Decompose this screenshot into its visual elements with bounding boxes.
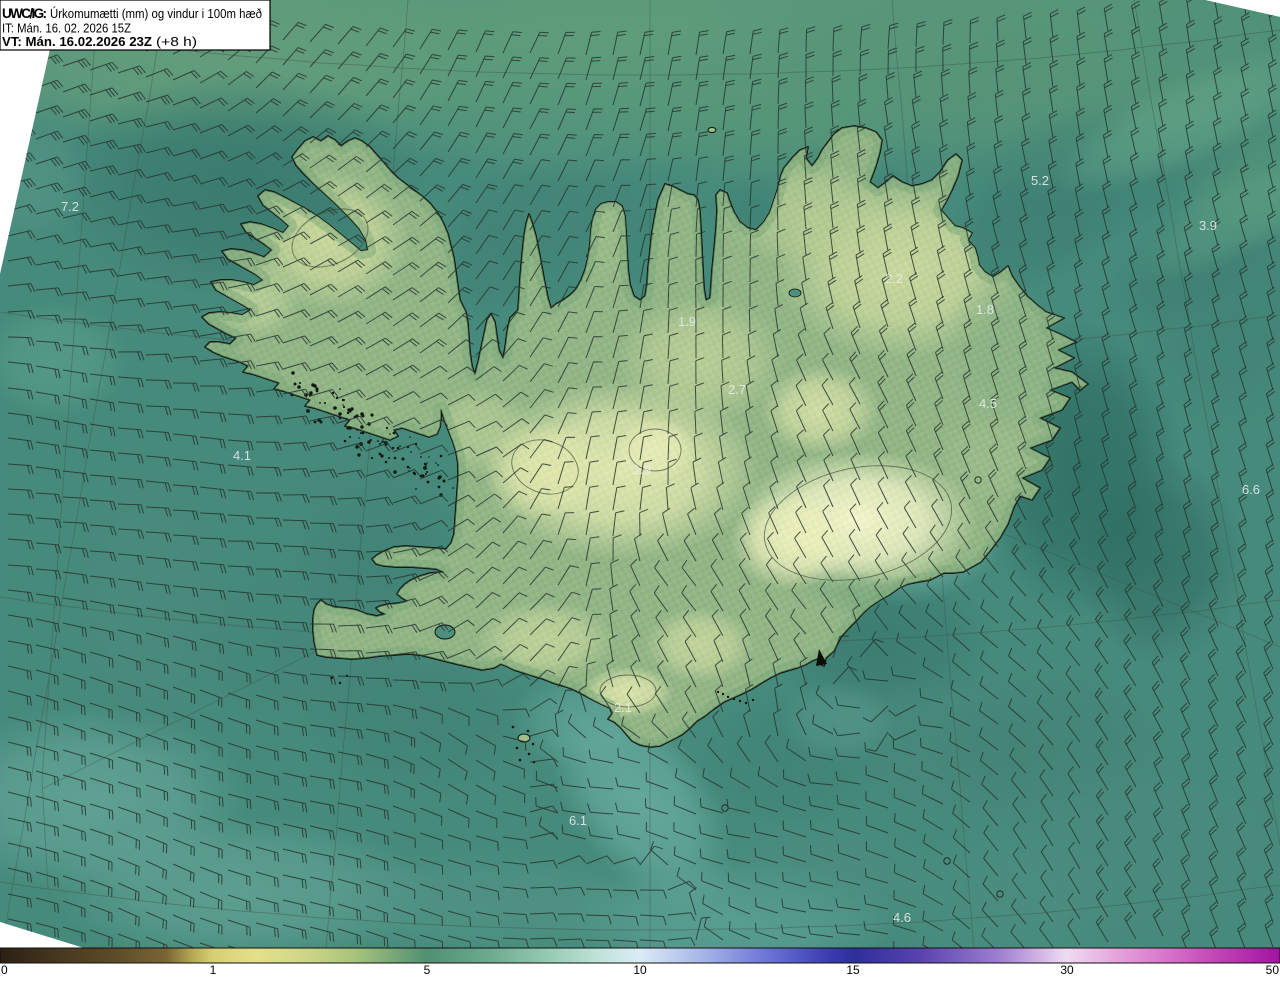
svg-text:IT: Mán. 16. 02. 2026 15Z: IT: Mán. 16. 02. 2026 15Z (2, 22, 131, 36)
svg-text:VT: Mán. 16.02.2026 23Z: VT: Mán. 16.02.2026 23Z (2, 35, 152, 49)
svg-text:1.9: 1.9 (633, 462, 651, 477)
svg-text:2.2: 2.2 (885, 271, 903, 286)
svg-text:15: 15 (846, 963, 860, 977)
svg-text:5: 5 (424, 963, 431, 977)
svg-text:7.2: 7.2 (61, 199, 79, 214)
svg-text:2.7: 2.7 (728, 382, 746, 397)
svg-text:2.1: 2.1 (614, 700, 632, 715)
svg-text:0: 0 (1, 963, 8, 977)
svg-text:10: 10 (633, 963, 647, 977)
svg-text:6.6: 6.6 (1242, 482, 1260, 497)
svg-text:4.6: 4.6 (893, 910, 911, 925)
svg-text:4.5: 4.5 (979, 396, 997, 411)
svg-text:(+8 h): (+8 h) (156, 35, 197, 49)
svg-text:5.2: 5.2 (1031, 173, 1049, 188)
svg-text:30: 30 (1060, 963, 1074, 977)
svg-text:4.1: 4.1 (233, 448, 251, 463)
svg-text:1.9: 1.9 (678, 314, 696, 329)
svg-text:UWC/IG:: UWC/IG: (2, 6, 47, 21)
svg-text:6.1: 6.1 (569, 813, 587, 828)
svg-text:3.9: 3.9 (1199, 218, 1217, 233)
svg-text:1: 1 (210, 963, 217, 977)
svg-text:1.8: 1.8 (976, 302, 994, 317)
svg-text:50: 50 (1266, 963, 1280, 977)
svg-text:Úrkomumætti (mm) og vindur i 1: Úrkomumætti (mm) og vindur i 100m hæð (50, 6, 262, 21)
